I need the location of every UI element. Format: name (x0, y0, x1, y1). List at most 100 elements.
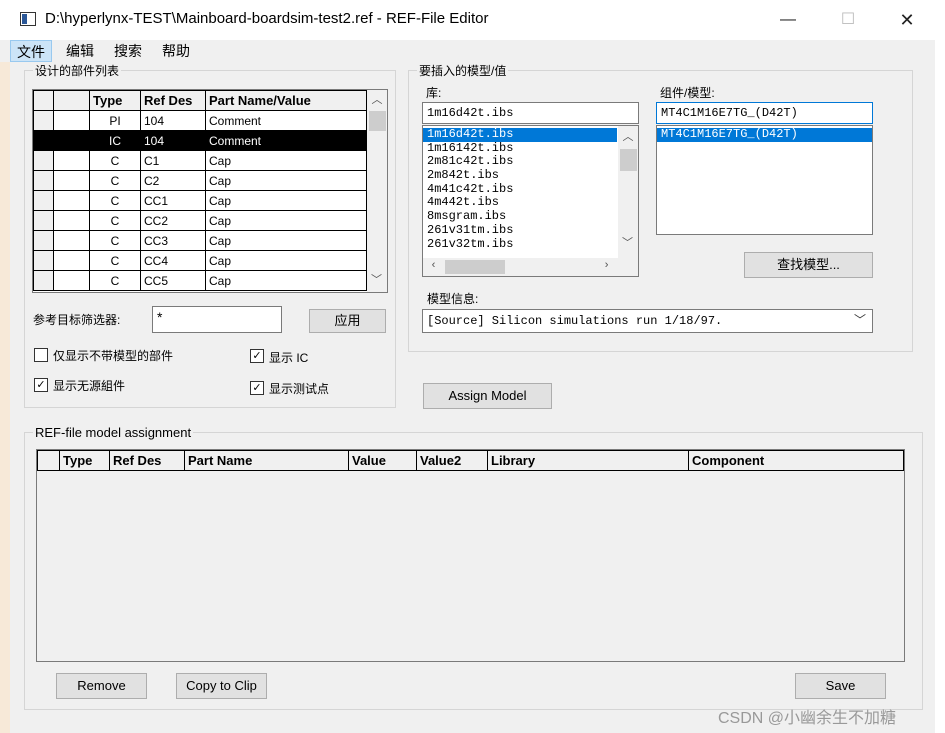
row-selector (33, 190, 54, 211)
checkbox-show-testpoints[interactable]: ✓ (250, 381, 264, 395)
checkbox-show-passive-label: 显示无源組件 (53, 379, 126, 393)
scroll-down-icon[interactable]: ﹀ (368, 272, 385, 289)
close-button[interactable]: ✕ (877, 0, 937, 40)
cell-type: C (89, 190, 141, 211)
scroll-up-icon[interactable]: ︿ (369, 92, 386, 109)
menu-search[interactable]: 搜索 (108, 40, 148, 62)
parts-table-header: Type Ref Des Part Name/Value (33, 90, 367, 111)
parts-table-row[interactable]: C CC1 Cap (33, 190, 367, 211)
component-label: 组件/模型: (660, 86, 715, 100)
find-model-button[interactable]: 查找模型... (744, 252, 873, 278)
row-blank (53, 270, 90, 291)
row-selector (33, 170, 54, 191)
minimize-button[interactable]: — (758, 0, 818, 40)
parts-table: Type Ref Des Part Name/Value PI 104 Commen… (33, 90, 367, 291)
parts-table-row[interactable]: C C2 Cap (33, 170, 367, 191)
chevron-down-icon: ﹀ (853, 314, 866, 328)
library-list-item[interactable]: 8msgram.ibs (423, 209, 617, 224)
model-info-select[interactable]: [Source] Silicon simulations run 1/18/97… (422, 309, 873, 333)
parts-table-row[interactable]: C CC2 Cap (33, 210, 367, 231)
library-list-item[interactable]: 261v32tm.ibs (423, 237, 617, 252)
scroll-up-icon[interactable]: ︿ (620, 130, 637, 147)
col-partname-header[interactable]: Part Name/Value (205, 90, 367, 111)
row-blank (53, 130, 90, 151)
parts-table-row[interactable]: C CC5 Cap (33, 270, 367, 291)
scroll-thumb[interactable] (445, 260, 505, 274)
col-value2-header[interactable]: Value2 (416, 450, 488, 471)
parts-table-row[interactable]: C C1 Cap (33, 150, 367, 171)
component-list-item[interactable]: MT4C1M16E7TG_(D42T) (657, 127, 872, 142)
row-blank (53, 110, 90, 131)
row-selector (33, 230, 54, 251)
row-blank (53, 190, 90, 211)
library-list-item[interactable]: 2m81c42t.ibs (423, 155, 617, 169)
checkbox-show-ic[interactable]: ✓ (250, 349, 264, 363)
col-refdes-header[interactable]: Ref Des (109, 450, 185, 471)
cell-value: Comment (205, 130, 367, 151)
assign-model-button[interactable]: Assign Model (423, 383, 552, 409)
scroll-right-icon[interactable]: › (598, 258, 615, 275)
row-blank (53, 170, 90, 191)
maximize-button[interactable]: ☐ (818, 0, 878, 40)
checkbox-show-passive[interactable]: ✓ (34, 378, 48, 392)
library-list-item[interactable]: 2m842t.ibs (423, 168, 617, 183)
col-type-header[interactable]: Type (59, 450, 110, 471)
filter-input[interactable]: * (152, 306, 282, 333)
assignment-table-container: Type Ref Des Part Name Value Value2 Libr… (36, 449, 905, 662)
parts-table-container: Type Ref Des Part Name/Value PI 104 Commen… (32, 89, 388, 293)
parts-vscrollbar[interactable]: ︿ ﹀ (367, 90, 387, 292)
library-list-item[interactable]: 1m16142t.ibs (423, 141, 617, 156)
component-input[interactable]: MT4C1M16E7TG_(D42T) (656, 102, 873, 124)
component-list: MT4C1M16E7TG_(D42T) (656, 125, 873, 235)
menu-file[interactable]: 文件 (10, 40, 52, 62)
background-strip-right (935, 40, 945, 733)
cell-refdes: C1 (140, 150, 206, 171)
cell-type: C (89, 150, 141, 171)
row-selector (33, 150, 54, 171)
parts-table-row[interactable]: C CC4 Cap (33, 250, 367, 271)
cell-type: C (89, 230, 141, 251)
cell-value: Cap (205, 230, 367, 251)
library-input[interactable]: 1m16d42t.ibs (422, 102, 639, 124)
cell-type: C (89, 210, 141, 231)
col-library-header[interactable]: Library (487, 450, 689, 471)
library-hscrollbar[interactable]: ‹ › (423, 258, 638, 276)
copy-to-clip-button[interactable]: Copy to Clip (176, 673, 267, 699)
library-list-item[interactable]: 261v31tm.ibs (423, 223, 617, 238)
save-button[interactable]: Save (795, 673, 886, 699)
cell-refdes: CC5 (140, 270, 206, 291)
scroll-down-icon[interactable]: ﹀ (619, 236, 636, 253)
library-list-item[interactable]: 4m442t.ibs (423, 196, 617, 210)
col-blank-header (53, 90, 90, 111)
library-vscrollbar[interactable]: ︿ ﹀ (618, 126, 638, 258)
scroll-thumb[interactable] (368, 111, 386, 131)
parts-group-title: 设计的部件列表 (33, 62, 122, 79)
assignment-group-title: REF-file model assignment (33, 425, 194, 440)
col-refdes-header[interactable]: Ref Des (140, 90, 206, 111)
col-type-header[interactable]: Type (89, 90, 141, 111)
checkbox-no-model[interactable] (34, 348, 48, 362)
library-list: 1m16d42t.ibs 1m16142t.ibs 2m81c42t.ibs 2m84… (422, 125, 639, 277)
library-list-item[interactable]: 1m16d42t.ibs (423, 127, 617, 142)
parts-table-row[interactable]: IC 104 Comment (33, 130, 367, 151)
menu-help[interactable]: 帮助 (156, 40, 196, 62)
parts-table-row[interactable]: PI 104 Comment (33, 110, 367, 131)
watermark: CSDN @小幽余生不加糖 (718, 710, 897, 727)
remove-button[interactable]: Remove (56, 673, 147, 699)
col-value-header[interactable]: Value (348, 450, 417, 471)
library-list-item[interactable]: 4m41c42t.ibs (423, 182, 617, 197)
scroll-left-icon[interactable]: ‹ (425, 258, 442, 275)
scroll-thumb[interactable] (619, 149, 637, 171)
menu-edit[interactable]: 编辑 (60, 40, 100, 62)
filter-label: 参考目标筛选器: (33, 313, 121, 327)
row-blank (53, 150, 90, 171)
parts-table-row[interactable]: C CC3 Cap (33, 230, 367, 251)
apply-button[interactable]: 应用 (309, 309, 386, 333)
col-partname-header[interactable]: Part Name (184, 450, 349, 471)
cell-refdes: CC3 (140, 230, 206, 251)
cell-type: IC (89, 130, 141, 151)
cell-refdes: CC1 (140, 190, 206, 211)
col-component-header[interactable]: Component (688, 450, 904, 471)
model-group-title: 要插入的模型/值 (417, 62, 509, 79)
cell-type: C (89, 250, 141, 271)
